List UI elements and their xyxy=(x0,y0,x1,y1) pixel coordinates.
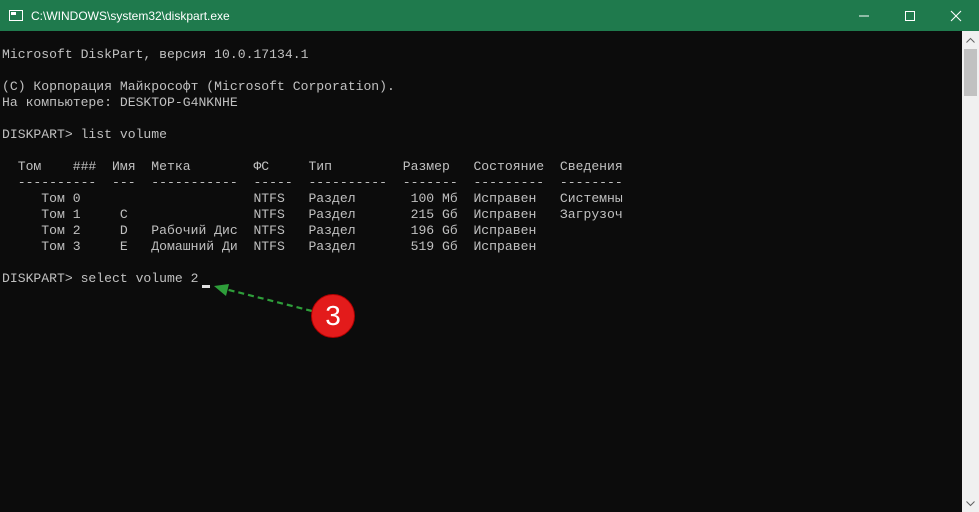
text-cursor xyxy=(202,285,210,288)
scroll-down-button[interactable] xyxy=(962,495,979,512)
console-app-icon[interactable] xyxy=(9,10,23,21)
console-output[interactable]: Microsoft DiskPart, версия 10.0.17134.1 … xyxy=(0,31,962,512)
console-line: (C) Корпорация Майкрософт (Microsoft Cor… xyxy=(2,79,395,94)
minimize-icon xyxy=(859,15,869,16)
table-row: Том 2 D Рабочий Дис NTFS Раздел 196 Gб И… xyxy=(2,223,537,238)
close-icon xyxy=(950,10,962,21)
table-row: Том 1 C NTFS Раздел 215 Gб Исправен Загр… xyxy=(2,207,623,222)
console-line: На компьютере: DESKTOP-G4NKNHE xyxy=(2,95,238,110)
scroll-up-button[interactable] xyxy=(962,31,979,48)
window-title: C:\WINDOWS\system32\diskpart.exe xyxy=(31,8,230,23)
table-row: Том 3 E Домашний Ди NTFS Раздел 519 Gб И… xyxy=(2,239,537,254)
chevron-down-icon xyxy=(966,500,975,506)
step-number-badge: 3 xyxy=(311,294,355,338)
maximize-icon xyxy=(905,10,915,21)
command-line: DISKPART> select volume 2 xyxy=(2,271,199,286)
maximize-button[interactable] xyxy=(887,0,933,31)
console-window: C:\WINDOWS\system32\diskpart.exe Microso… xyxy=(0,0,979,512)
chevron-up-icon xyxy=(966,37,975,43)
table-header: Том ### Имя Метка ФС Тип Размер Состояни… xyxy=(2,159,623,174)
close-button[interactable] xyxy=(933,0,979,31)
table-separator: ---------- --- ----------- ----- -------… xyxy=(2,175,623,190)
scroll-thumb[interactable] xyxy=(964,49,977,96)
table-row: Том 0 NTFS Раздел 100 Мб Исправен Систем… xyxy=(2,191,623,206)
vertical-scrollbar[interactable] xyxy=(962,31,979,512)
command-line: DISKPART> list volume xyxy=(2,127,168,142)
window-controls xyxy=(841,0,979,31)
console-line: Microsoft DiskPart, версия 10.0.17134.1 xyxy=(2,47,309,62)
minimize-button[interactable] xyxy=(841,0,887,31)
title-bar[interactable]: C:\WINDOWS\system32\diskpart.exe xyxy=(0,0,979,31)
